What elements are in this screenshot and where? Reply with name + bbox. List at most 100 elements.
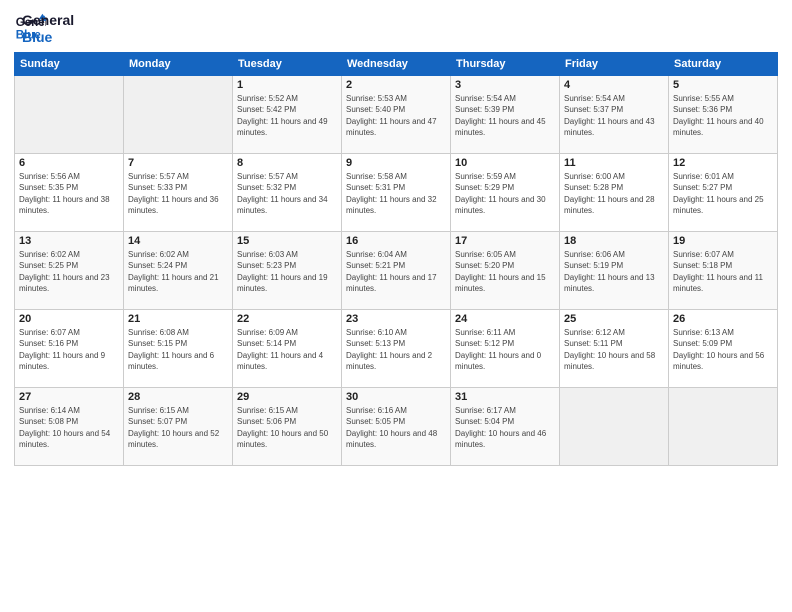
calendar-cell: 23Sunrise: 6:10 AM Sunset: 5:13 PM Dayli… — [342, 309, 451, 387]
day-number: 24 — [455, 313, 555, 325]
day-number: 30 — [346, 391, 446, 403]
col-header-monday: Monday — [124, 52, 233, 75]
calendar-cell: 8 Sunrise: 5:57 AM Sunset: 5:32 PM Daylig… — [233, 153, 342, 231]
calendar-cell: 9 Sunrise: 5:58 AM Sunset: 5:31 PM Daylig… — [342, 153, 451, 231]
day-number: 22 — [237, 313, 337, 325]
calendar-cell: 18 Sunrise: 6:06 AM Sunset: 5:19 PM Dayli… — [560, 231, 669, 309]
day-number: 7 — [128, 157, 228, 169]
cell-detail: Sunrise: 6:00 AM Sunset: 5:28 PM Dayligh… — [564, 171, 664, 217]
calendar-cell: 19Sunrise: 6:07 AM Sunset: 5:18 PM Dayli… — [669, 231, 778, 309]
calendar-cell: 14 Sunrise: 6:02 AM Sunset: 5:24 PM Dayli… — [124, 231, 233, 309]
day-number: 10 — [455, 157, 555, 169]
cell-detail: Sunrise: 5:57 AM Sunset: 5:33 PM Dayligh… — [128, 171, 228, 217]
calendar-cell — [15, 75, 124, 153]
calendar-cell — [669, 387, 778, 465]
day-number: 16 — [346, 235, 446, 247]
cell-detail: Sunrise: 5:54 AM Sunset: 5:39 PM Dayligh… — [455, 93, 555, 139]
cell-detail: Sunrise: 6:07 AM Sunset: 5:16 PM Dayligh… — [19, 327, 119, 373]
calendar-cell: 17Sunrise: 6:05 AM Sunset: 5:20 PM Dayli… — [451, 231, 560, 309]
calendar-cell: 21 Sunrise: 6:08 AM Sunset: 5:15 PM Dayli… — [124, 309, 233, 387]
cell-detail: Sunrise: 6:11 AM Sunset: 5:12 PM Dayligh… — [455, 327, 555, 373]
logo-general: General — [22, 12, 74, 29]
col-header-saturday: Saturday — [669, 52, 778, 75]
calendar-cell: 2 Sunrise: 5:53 AM Sunset: 5:40 PM Daylig… — [342, 75, 451, 153]
day-number: 1 — [237, 79, 337, 91]
calendar-cell: 27Sunrise: 6:14 AM Sunset: 5:08 PM Dayli… — [15, 387, 124, 465]
calendar-container: General Blue General Blue SundayMondayTu… — [0, 0, 792, 612]
calendar-cell: 25 Sunrise: 6:12 AM Sunset: 5:11 PM Dayli… — [560, 309, 669, 387]
calendar-cell: 11 Sunrise: 6:00 AM Sunset: 5:28 PM Dayli… — [560, 153, 669, 231]
cell-detail: Sunrise: 6:02 AM Sunset: 5:24 PM Dayligh… — [128, 249, 228, 295]
cell-detail: Sunrise: 6:07 AM Sunset: 5:18 PM Dayligh… — [673, 249, 773, 295]
day-number: 5 — [673, 79, 773, 91]
calendar-table: SundayMondayTuesdayWednesdayThursdayFrid… — [14, 52, 778, 466]
calendar-cell: 30 Sunrise: 6:16 AM Sunset: 5:05 PM Dayli… — [342, 387, 451, 465]
day-number: 27 — [19, 391, 119, 403]
calendar-cell: 15Sunrise: 6:03 AM Sunset: 5:23 PM Dayli… — [233, 231, 342, 309]
calendar-cell: 4 Sunrise: 5:54 AM Sunset: 5:37 PM Daylig… — [560, 75, 669, 153]
cell-detail: Sunrise: 6:15 AM Sunset: 5:06 PM Dayligh… — [237, 405, 337, 451]
calendar-cell — [124, 75, 233, 153]
calendar-cell: 5 Sunrise: 5:55 AM Sunset: 5:36 PM Daylig… — [669, 75, 778, 153]
calendar-cell: 3 Sunrise: 5:54 AM Sunset: 5:39 PM Daylig… — [451, 75, 560, 153]
cell-detail: Sunrise: 6:08 AM Sunset: 5:15 PM Dayligh… — [128, 327, 228, 373]
calendar-cell: 22 Sunrise: 6:09 AM Sunset: 5:14 PM Dayli… — [233, 309, 342, 387]
col-header-thursday: Thursday — [451, 52, 560, 75]
day-number: 28 — [128, 391, 228, 403]
cell-detail: Sunrise: 6:15 AM Sunset: 5:07 PM Dayligh… — [128, 405, 228, 451]
cell-detail: Sunrise: 6:16 AM Sunset: 5:05 PM Dayligh… — [346, 405, 446, 451]
cell-detail: Sunrise: 5:56 AM Sunset: 5:35 PM Dayligh… — [19, 171, 119, 217]
day-number: 4 — [564, 79, 664, 91]
col-header-friday: Friday — [560, 52, 669, 75]
day-number: 21 — [128, 313, 228, 325]
day-number: 8 — [237, 157, 337, 169]
cell-detail: Sunrise: 6:01 AM Sunset: 5:27 PM Dayligh… — [673, 171, 773, 217]
day-number: 25 — [564, 313, 664, 325]
day-number: 3 — [455, 79, 555, 91]
calendar-cell: 7 Sunrise: 5:57 AM Sunset: 5:33 PM Daylig… — [124, 153, 233, 231]
calendar-cell: 24 Sunrise: 6:11 AM Sunset: 5:12 PM Dayli… — [451, 309, 560, 387]
calendar-cell: 1Sunrise: 5:52 AM Sunset: 5:42 PM Daylig… — [233, 75, 342, 153]
cell-detail: Sunrise: 5:59 AM Sunset: 5:29 PM Dayligh… — [455, 171, 555, 217]
cell-detail: Sunrise: 5:57 AM Sunset: 5:32 PM Dayligh… — [237, 171, 337, 217]
cell-detail: Sunrise: 6:09 AM Sunset: 5:14 PM Dayligh… — [237, 327, 337, 373]
day-number: 20 — [19, 313, 119, 325]
day-number: 31 — [455, 391, 555, 403]
calendar-header: SundayMondayTuesdayWednesdayThursdayFrid… — [15, 52, 778, 75]
cell-detail: Sunrise: 6:02 AM Sunset: 5:25 PM Dayligh… — [19, 249, 119, 295]
cell-detail: Sunrise: 6:13 AM Sunset: 5:09 PM Dayligh… — [673, 327, 773, 373]
cell-detail: Sunrise: 6:12 AM Sunset: 5:11 PM Dayligh… — [564, 327, 664, 373]
day-number: 9 — [346, 157, 446, 169]
day-number: 23 — [346, 313, 446, 325]
calendar-cell: 28 Sunrise: 6:15 AM Sunset: 5:07 PM Dayli… — [124, 387, 233, 465]
calendar-cell: 6 Sunrise: 5:56 AM Sunset: 5:35 PM Daylig… — [15, 153, 124, 231]
day-number: 26 — [673, 313, 773, 325]
cell-detail: Sunrise: 5:55 AM Sunset: 5:36 PM Dayligh… — [673, 93, 773, 139]
cell-detail: Sunrise: 5:53 AM Sunset: 5:40 PM Dayligh… — [346, 93, 446, 139]
calendar-cell: 13 Sunrise: 6:02 AM Sunset: 5:25 PM Dayli… — [15, 231, 124, 309]
header: General Blue General Blue — [14, 10, 778, 46]
cell-detail: Sunrise: 6:17 AM Sunset: 5:04 PM Dayligh… — [455, 405, 555, 451]
cell-detail: Sunrise: 6:06 AM Sunset: 5:19 PM Dayligh… — [564, 249, 664, 295]
cell-detail: Sunrise: 5:54 AM Sunset: 5:37 PM Dayligh… — [564, 93, 664, 139]
day-number: 14 — [128, 235, 228, 247]
calendar-cell: 20 Sunrise: 6:07 AM Sunset: 5:16 PM Dayli… — [15, 309, 124, 387]
day-number: 6 — [19, 157, 119, 169]
cell-detail: Sunrise: 6:03 AM Sunset: 5:23 PM Dayligh… — [237, 249, 337, 295]
day-number: 11 — [564, 157, 664, 169]
calendar-cell: 10 Sunrise: 5:59 AM Sunset: 5:29 PM Dayli… — [451, 153, 560, 231]
day-number: 13 — [19, 235, 119, 247]
calendar-cell: 12 Sunrise: 6:01 AM Sunset: 5:27 PM Dayli… — [669, 153, 778, 231]
day-number: 17 — [455, 235, 555, 247]
col-header-tuesday: Tuesday — [233, 52, 342, 75]
day-number: 29 — [237, 391, 337, 403]
day-number: 18 — [564, 235, 664, 247]
calendar-cell: 26 Sunrise: 6:13 AM Sunset: 5:09 PM Dayli… — [669, 309, 778, 387]
logo: General Blue General Blue — [14, 10, 74, 46]
calendar-cell — [560, 387, 669, 465]
day-number: 12 — [673, 157, 773, 169]
col-header-sunday: Sunday — [15, 52, 124, 75]
cell-detail: Sunrise: 5:58 AM Sunset: 5:31 PM Dayligh… — [346, 171, 446, 217]
calendar-cell: 16Sunrise: 6:04 AM Sunset: 5:21 PM Dayli… — [342, 231, 451, 309]
day-number: 2 — [346, 79, 446, 91]
